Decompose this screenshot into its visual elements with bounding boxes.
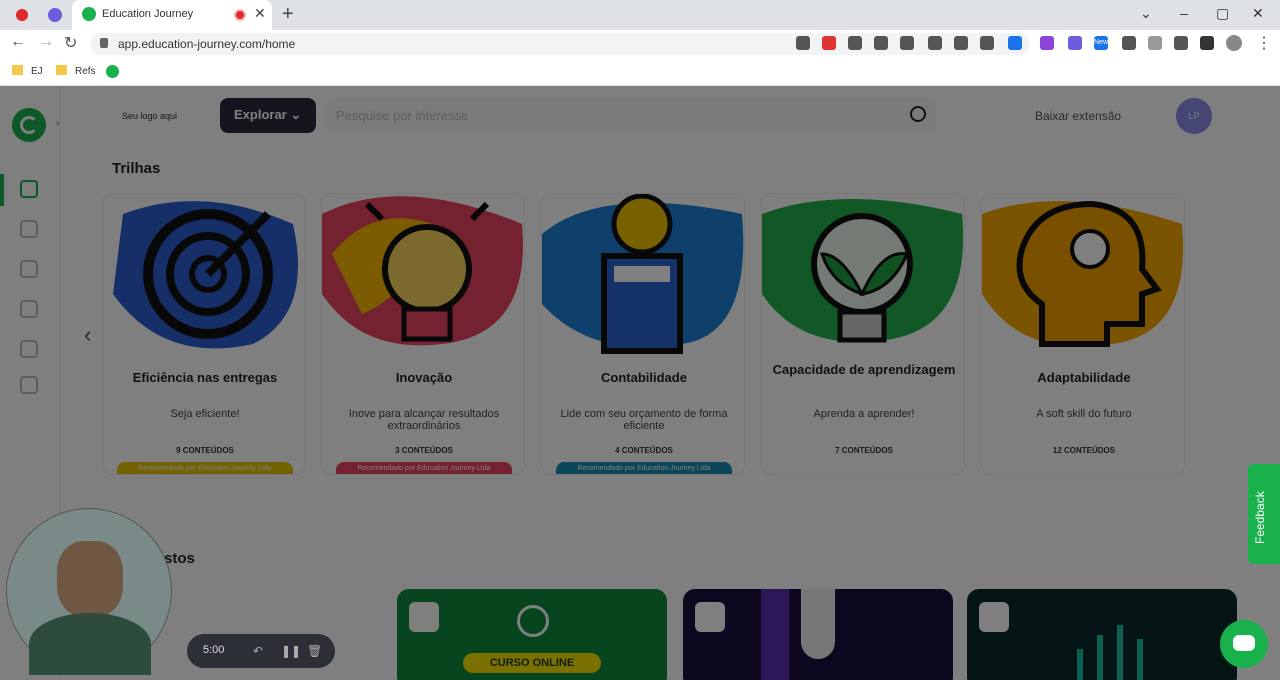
bookmarks-bar: EJ Refs [0, 58, 1280, 86]
browser-tab-bar: Education Journey ✕ + ⌄ – ▢ ✕ [0, 0, 1280, 30]
recording-indicator-icon [234, 9, 246, 21]
tab-search-icon[interactable]: ⌄ [1140, 5, 1152, 22]
bookmark-folder-refs[interactable]: Refs [56, 65, 96, 77]
undo-icon[interactable]: ↶ [253, 644, 263, 658]
zoom-icon[interactable] [928, 36, 942, 50]
forward-arrow-icon[interactable]: → [38, 33, 54, 51]
chat-icon[interactable] [1220, 620, 1268, 668]
pen-extension-icon[interactable] [1040, 36, 1054, 50]
menu-dots-icon[interactable]: ⋮ [1256, 33, 1272, 53]
back-arrow-icon[interactable]: ← [10, 33, 26, 51]
address-bar-row: ← → ↻ app.education-journey.com/home New… [0, 30, 1280, 58]
lock-icon [100, 38, 108, 48]
education-journey-favicon [82, 7, 96, 21]
recycle-extension-icon[interactable] [1148, 36, 1162, 50]
translate-icon[interactable] [900, 36, 914, 50]
maximize-window-icon[interactable]: ▢ [1216, 5, 1229, 22]
bookmark-education-journey-icon[interactable] [106, 65, 119, 78]
new-extension-icon[interactable]: New [1094, 36, 1108, 50]
folder-icon [12, 65, 23, 75]
gear-extension-icon[interactable] [1068, 36, 1082, 50]
puzzle-icon[interactable] [1174, 36, 1188, 50]
webcam-person-head [57, 541, 123, 617]
blocked-icon[interactable] [822, 36, 836, 50]
recording-tab-icon[interactable] [16, 9, 28, 21]
url-text: app.education-journey.com/home [118, 37, 296, 51]
tab-title: Education Journey [102, 8, 194, 20]
bookmark-star-icon[interactable] [1008, 36, 1022, 50]
camera-icon[interactable] [796, 36, 810, 50]
recorder-time: 5:00 [203, 644, 225, 656]
folder-icon [56, 65, 67, 75]
bookmark-folder-ej[interactable]: EJ [12, 65, 43, 77]
minimize-window-icon[interactable]: – [1180, 5, 1188, 21]
card-extension-icon[interactable] [1122, 36, 1136, 50]
share-icon[interactable] [980, 36, 994, 50]
new-tab-button[interactable]: + [282, 3, 294, 26]
side-panel-icon[interactable] [1200, 36, 1214, 50]
dim-overlay [0, 86, 1280, 680]
app-area: › Seu logo aqui Explorar ⌄ Pesquise por … [0, 86, 1280, 680]
feedback-tab[interactable]: Feedback [1248, 464, 1280, 564]
extension-tab-icon[interactable] [48, 8, 62, 22]
close-tab-icon[interactable]: ✕ [254, 5, 266, 22]
install-icon[interactable] [874, 36, 888, 50]
tab-education-journey[interactable]: Education Journey ✕ [72, 0, 272, 30]
pause-icon[interactable]: ❚❚ [281, 644, 301, 658]
reload-icon[interactable]: ↻ [64, 33, 77, 53]
eye-off-icon[interactable] [954, 36, 968, 50]
profile-avatar-icon[interactable] [1226, 35, 1242, 51]
webcam-person-body [29, 613, 151, 675]
trash-icon[interactable]: 🗑 [307, 644, 322, 658]
recorder-controls: 5:00 ↶ ❚❚ 🗑 [187, 634, 335, 668]
address-input[interactable]: app.education-journey.com/home [90, 33, 1030, 55]
key-icon[interactable] [848, 36, 862, 50]
webcam-bubble[interactable] [6, 508, 172, 675]
close-window-icon[interactable]: ✕ [1252, 5, 1264, 22]
